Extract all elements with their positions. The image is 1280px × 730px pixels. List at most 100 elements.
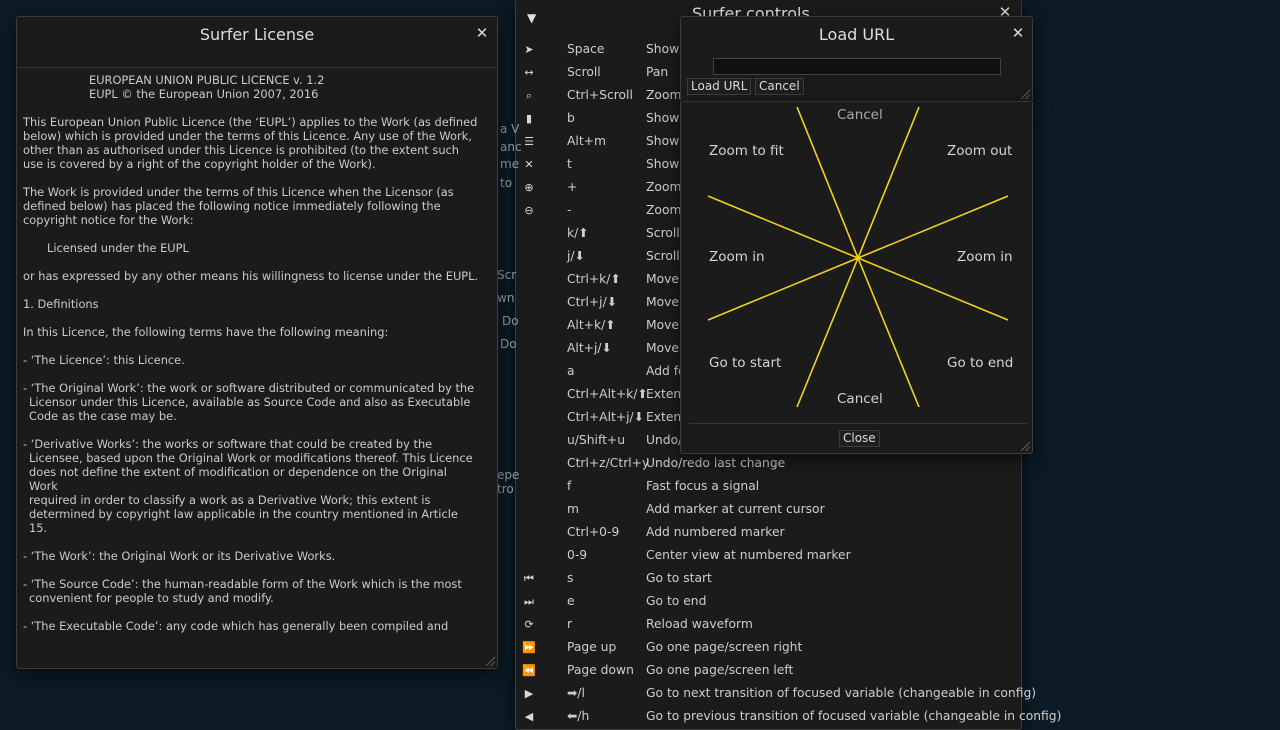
shortcut-key: Alt+k/⬆	[567, 318, 616, 332]
license-close-icon[interactable]: ✕	[475, 26, 489, 41]
shortcut-key: a	[567, 364, 575, 378]
gesture-label-left: Zoom in	[709, 249, 765, 265]
license-paragraph: 1. Definitions	[23, 297, 99, 311]
gesture-label-top: Cancel	[837, 107, 883, 123]
shortcut-key: Ctrl+Alt+k/⬆	[567, 387, 648, 401]
shortcut-key: s	[567, 571, 574, 585]
shortcut-description: Move	[646, 295, 679, 309]
license-paragraph: This European Union Public Licence (the …	[23, 115, 478, 171]
control-row: m Add marker at current cursor	[516, 498, 1021, 521]
page-forward-icon: ⏩	[522, 641, 536, 654]
shortcut-key: Alt+m	[567, 134, 606, 148]
shortcut-key: +	[567, 180, 578, 194]
reload-icon: ⟳	[524, 618, 534, 631]
shortcut-description: Fast focus a signal	[646, 479, 760, 493]
shortcut-description: Go to start	[646, 571, 712, 585]
url-input[interactable]	[713, 58, 1001, 75]
shortcut-description: Go to previous transition of focused var…	[646, 709, 1062, 723]
license-window: Surfer License ✕ EUROPEAN UNION PUBLIC L…	[16, 16, 498, 669]
resize-grip[interactable]	[486, 657, 495, 666]
page-back-icon: ⏪	[522, 664, 536, 677]
shortcut-description: Show	[646, 111, 680, 125]
sidebar-icon: ▮	[525, 112, 533, 125]
shortcut-key: Ctrl+Scroll	[567, 88, 633, 102]
license-paragraph: - ‘The Original Work’: the work or softw…	[23, 381, 475, 423]
control-row: ⏮ s Go to start	[516, 567, 1021, 590]
gesture-line	[707, 257, 859, 321]
shortcut-key: Alt+j/⬇	[567, 341, 612, 355]
shortcut-description: Center view at numbered marker	[646, 548, 851, 562]
shortcut-key: t	[567, 157, 572, 171]
shortcut-key: u/Shift+u	[567, 433, 625, 447]
gesture-label-bottom: Cancel	[837, 391, 883, 407]
shortcut-key: j/⬇	[567, 249, 585, 263]
shortcut-key: Ctrl+Alt+j/⬇	[567, 410, 644, 424]
license-paragraph: or has expressed by any other means his …	[23, 269, 479, 283]
close-button[interactable]: Close	[839, 430, 880, 447]
control-row: ⏭ e Go to end	[516, 590, 1021, 613]
load-url-close-icon[interactable]: ✕	[1011, 26, 1025, 41]
collapse-triangle-icon[interactable]: ▼	[527, 11, 536, 25]
control-row: 0-9 Center view at numbered marker	[516, 544, 1021, 567]
shortcut-key: k/⬆	[567, 226, 589, 240]
shortcut-key: e	[567, 594, 575, 608]
license-paragraph: Licensed under the EUPL	[47, 241, 189, 255]
shortcut-description: Go one page/screen right	[646, 640, 803, 654]
shortcut-key: Page up	[567, 640, 617, 654]
license-text-scroll-area[interactable]: EUROPEAN UNION PUBLIC LICENCE v. 1.2 EUP…	[23, 56, 479, 634]
gesture-line	[857, 257, 1009, 321]
shortcut-description: Pan	[646, 65, 669, 79]
shortcut-key: Ctrl+z/Ctrl+y	[567, 456, 650, 470]
resize-grip[interactable]	[1021, 90, 1030, 99]
gesture-help-window: Cancel Zoom to fit Zoom out Zoom in Zoom…	[680, 102, 1033, 454]
shortcut-description: Undo/redo last change	[646, 456, 786, 470]
shortcut-key: m	[567, 502, 579, 516]
gesture-line	[857, 257, 920, 408]
control-row: ⏪ Page down Go one page/screen left	[516, 659, 1021, 682]
background-text-fragment: Do	[500, 337, 517, 351]
shortcut-description: Move	[646, 272, 679, 286]
shortcut-key: r	[567, 617, 573, 631]
shortcut-description: Move	[646, 318, 679, 332]
control-row: ⏩ Page up Go one page/screen right	[516, 636, 1021, 659]
resize-grip[interactable]	[1021, 442, 1030, 451]
shortcut-key: Ctrl+0-9	[567, 525, 620, 539]
control-row: ⟳ r Reload waveform	[516, 613, 1021, 636]
shortcut-description: Undo/	[646, 433, 683, 447]
gesture-label-lower-right: Go to end	[947, 355, 1014, 371]
shortcut-description: Show	[646, 42, 680, 56]
load-url-window: Load URL ✕ Load URL Cancel	[680, 16, 1033, 102]
cancel-button[interactable]: Cancel	[755, 78, 804, 95]
shortcut-key: -	[567, 203, 572, 217]
shortcut-key: f	[567, 479, 572, 493]
shortcut-description: Go to end	[646, 594, 707, 608]
go-to-start-icon: ⏮	[524, 572, 534, 585]
shortcut-description: Show	[646, 157, 680, 171]
license-paragraph: EUROPEAN UNION PUBLIC LICENCE v. 1.2 EUP…	[89, 73, 325, 101]
control-row: Ctrl+z/Ctrl+y Undo/redo last change	[516, 452, 1021, 475]
magnifier-icon: ⌕	[525, 89, 533, 102]
gesture-label-upper-right: Zoom out	[947, 143, 1013, 159]
load-url-button[interactable]: Load URL	[687, 78, 752, 95]
shortcut-key: Ctrl+k/⬆	[567, 272, 621, 286]
gesture-line	[796, 257, 859, 408]
shortcut-description: Go to next transition of focused variabl…	[646, 686, 1037, 700]
zoom-in-icon: ⊕	[524, 181, 534, 194]
shortcut-key: ➡/l	[567, 686, 585, 700]
license-paragraph: The Work is provided under the terms of …	[23, 185, 454, 227]
gesture-label-upper-left: Zoom to fit	[709, 143, 784, 159]
shortcut-description: Add marker at current cursor	[646, 502, 825, 516]
background-text-fragment: Scr	[497, 268, 517, 282]
license-paragraph: - ‘The Source Code’: the human-readable …	[23, 577, 462, 605]
background-text-fragment: wn	[497, 291, 515, 305]
background-text-fragment: me	[500, 157, 520, 171]
license-paragraph: - ‘The Executable Code’: any code which …	[23, 619, 449, 634]
shortcut-key: 0-9	[567, 548, 588, 562]
menu-icon: ☰	[524, 135, 534, 148]
go-to-end-icon: ⏭	[524, 595, 534, 608]
control-row: Ctrl+0-9 Add numbered marker	[516, 521, 1021, 544]
shortcut-description: Zoom	[646, 180, 682, 194]
shortcut-description: Scroll	[646, 226, 680, 240]
gesture-line	[857, 106, 920, 259]
control-row: f Fast focus a signal	[516, 475, 1021, 498]
